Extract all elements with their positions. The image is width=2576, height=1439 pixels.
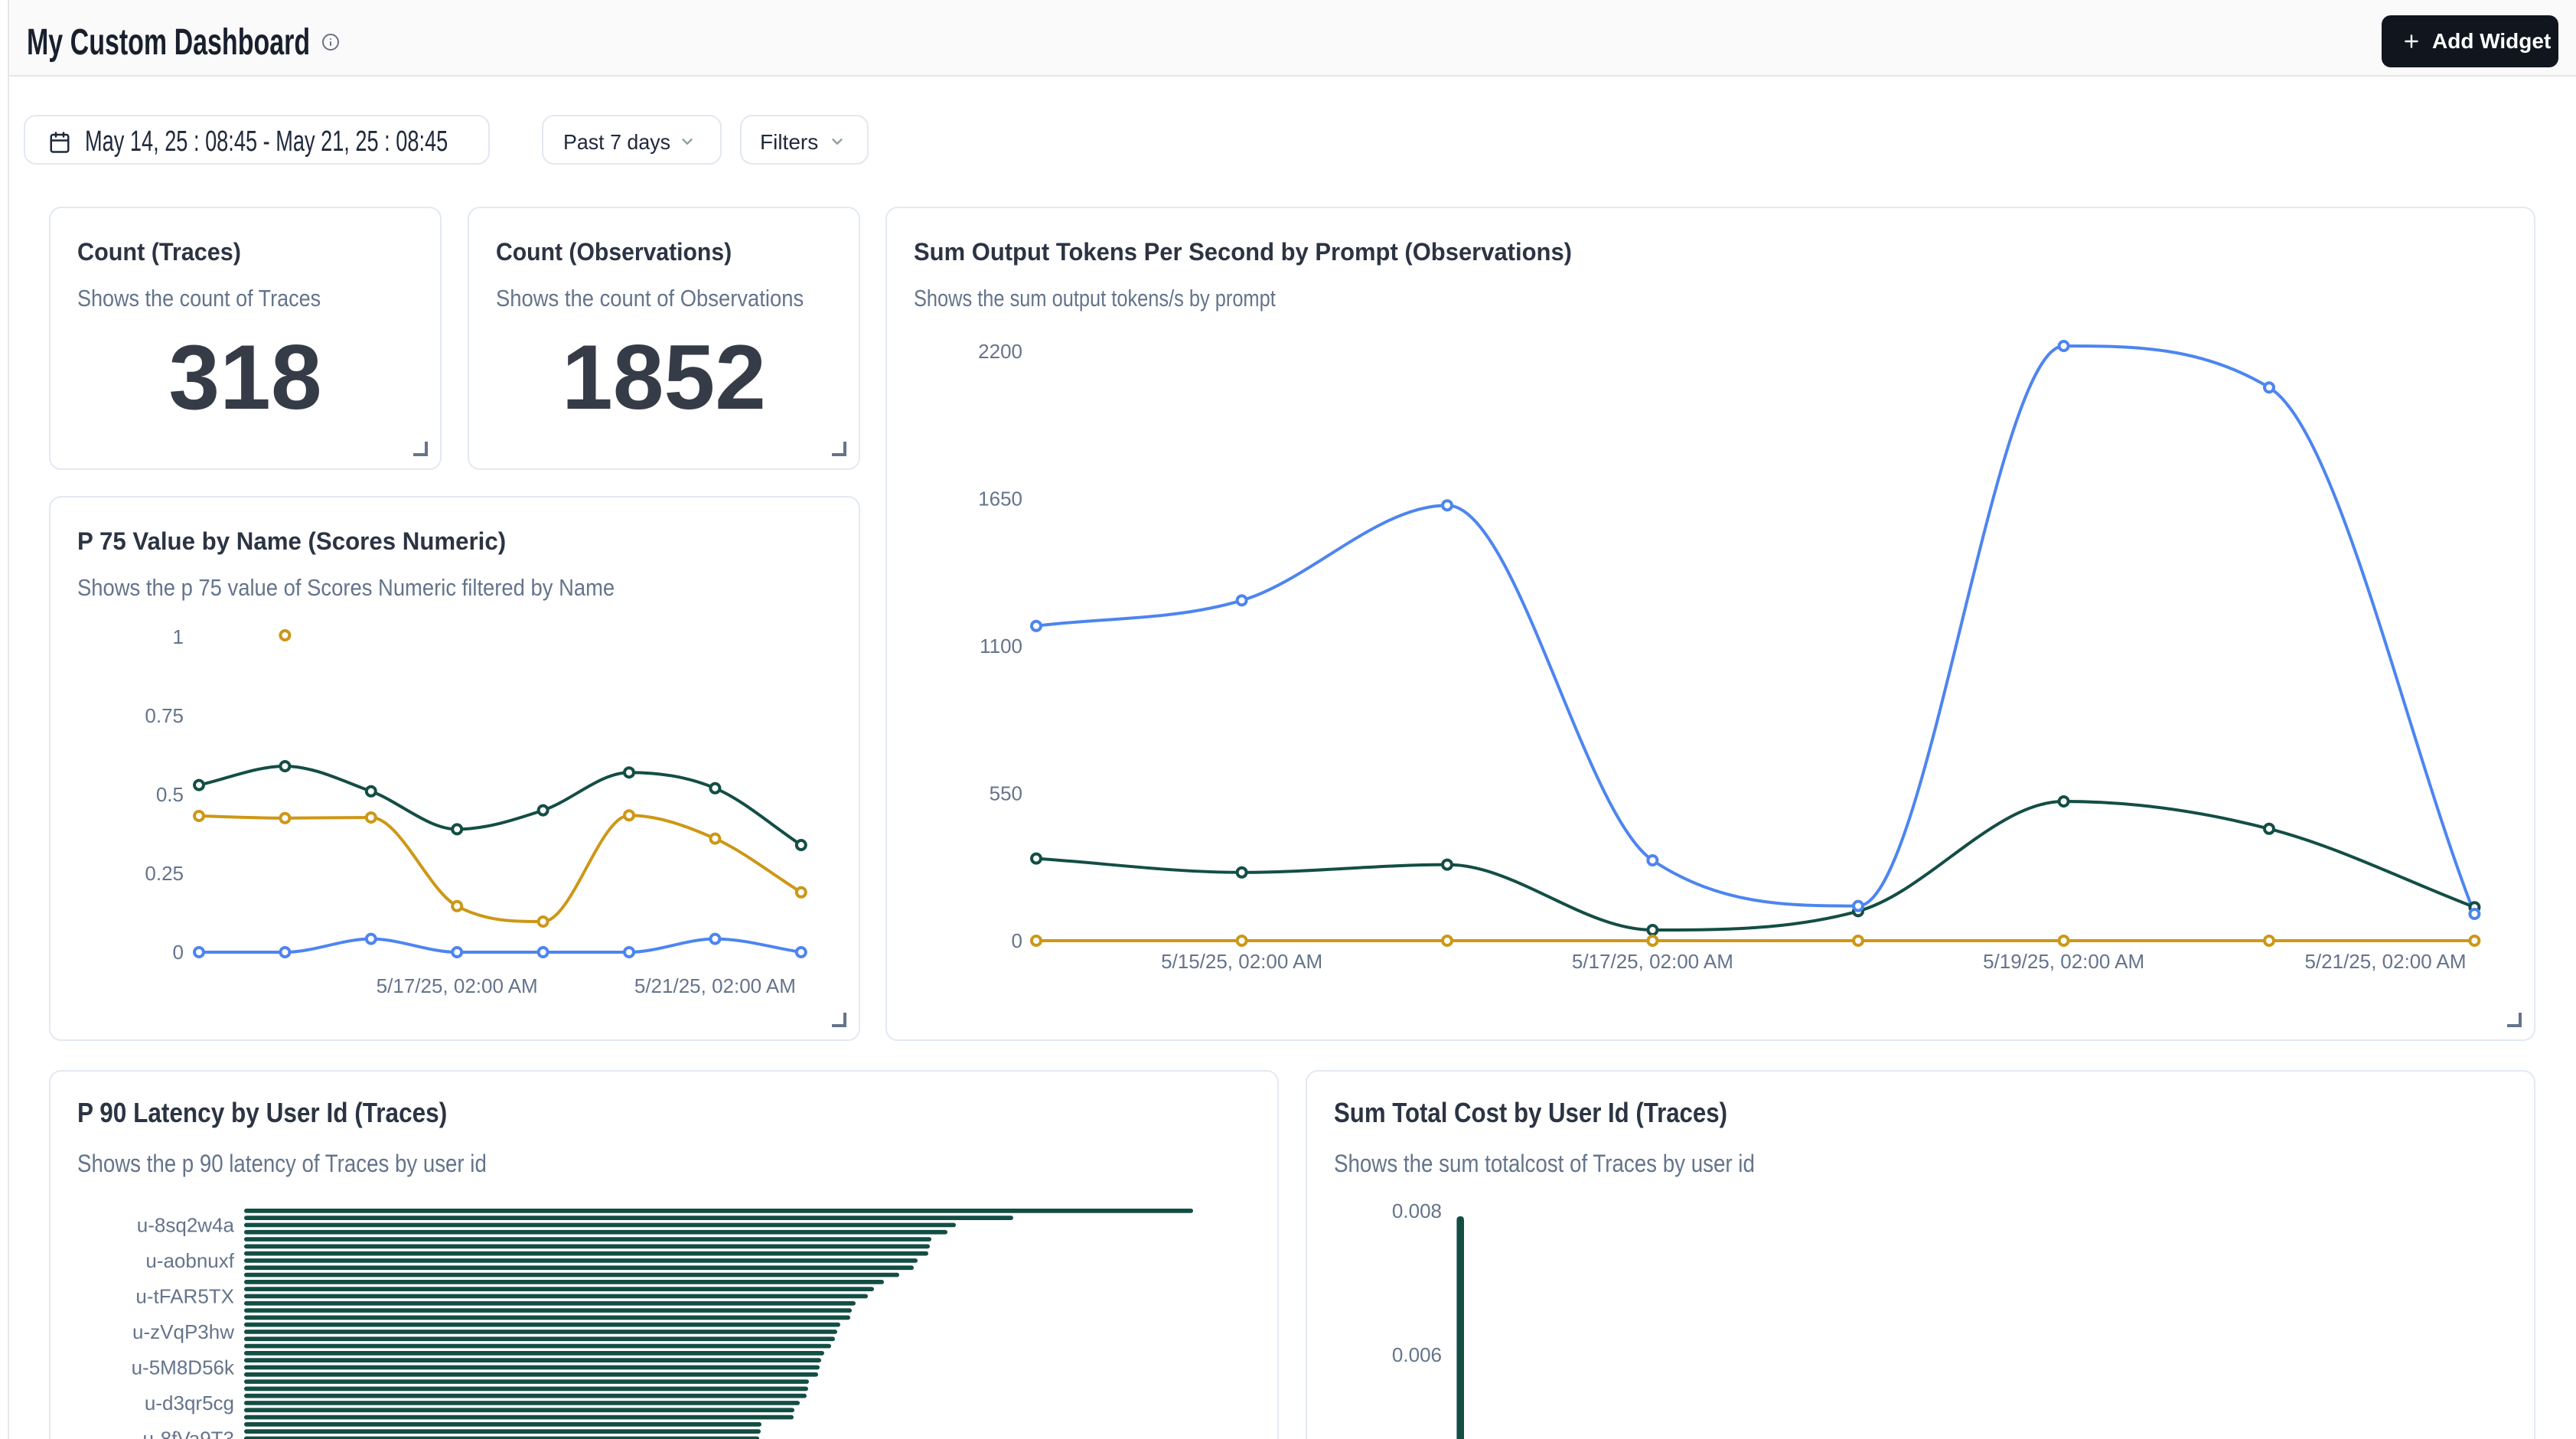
svg-text:u-tFAR5TX: u-tFAR5TX <box>135 1284 234 1307</box>
svg-text:5/17/25, 02:00 AM: 5/17/25, 02:00 AM <box>1572 950 1733 973</box>
svg-text:5/21/25, 02:00 AM: 5/21/25, 02:00 AM <box>634 974 796 997</box>
svg-text:0: 0 <box>173 941 184 964</box>
svg-text:550: 550 <box>990 782 1022 805</box>
svg-text:u-8sq2w4a: u-8sq2w4a <box>137 1213 235 1236</box>
svg-text:5/17/25, 02:00 AM: 5/17/25, 02:00 AM <box>377 974 538 997</box>
svg-text:0.75: 0.75 <box>145 704 184 727</box>
svg-text:5/19/25, 02:00 AM: 5/19/25, 02:00 AM <box>1983 950 2144 973</box>
svg-text:2200: 2200 <box>978 340 1022 363</box>
svg-text:u-zVqP3hw: u-zVqP3hw <box>132 1320 234 1343</box>
svg-text:0.006: 0.006 <box>1392 1343 1442 1366</box>
svg-text:u-5M8D56k: u-5M8D56k <box>132 1356 235 1379</box>
svg-text:0.008: 0.008 <box>1392 1199 1442 1222</box>
svg-text:u-aobnuxf: u-aobnuxf <box>145 1249 234 1272</box>
svg-text:5/21/25, 02:00 AM: 5/21/25, 02:00 AM <box>2304 950 2466 973</box>
svg-text:u-d3qr5cg: u-d3qr5cg <box>145 1392 234 1415</box>
svg-text:u-8fVa9T3: u-8fVa9T3 <box>143 1427 234 1439</box>
svg-text:0: 0 <box>1012 929 1022 952</box>
svg-text:0.5: 0.5 <box>156 783 184 806</box>
svg-text:1: 1 <box>173 625 184 648</box>
svg-text:1100: 1100 <box>980 635 1022 658</box>
svg-text:5/15/25, 02:00 AM: 5/15/25, 02:00 AM <box>1161 950 1322 973</box>
svg-text:1650: 1650 <box>978 487 1022 510</box>
svg-text:0.25: 0.25 <box>145 862 184 885</box>
